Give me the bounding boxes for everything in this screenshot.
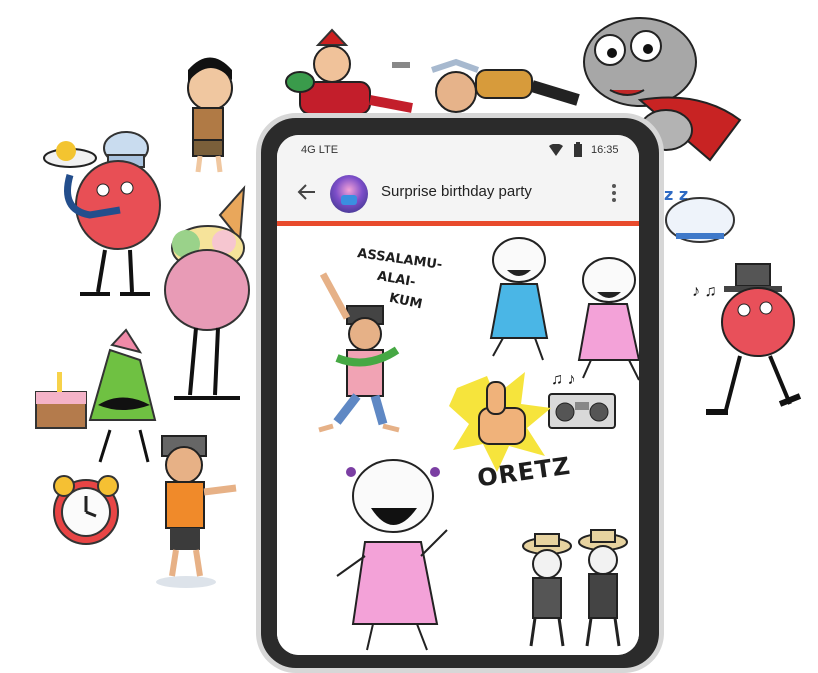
sleeping-warrior-sticker [431, 58, 580, 113]
boy-sticker [187, 57, 233, 173]
screaming-girl-sticker[interactable] [317, 446, 467, 655]
network-status: 4G LTE [301, 144, 339, 156]
battery-icon [574, 142, 582, 157]
alarm-clock-sticker [53, 475, 119, 545]
more-vert-icon[interactable] [611, 183, 617, 203]
chat-message-area[interactable]: ASSALAMU- ALAI- KUM ♫ ♪ ORETZ [277, 226, 639, 655]
status-time: 16:35 [591, 144, 619, 156]
chat-title[interactable]: Surprise birthday party [381, 183, 532, 200]
ice-cream-blob-sticker [164, 185, 250, 400]
back-arrow-icon[interactable] [297, 183, 317, 201]
dancing-red-blob-sticker: ♪ ♫ [692, 263, 802, 415]
boombox-sticker[interactable]: ♫ ♪ [547, 368, 627, 432]
dancing-girls-sticker[interactable] [463, 228, 639, 388]
svg-text:♪ ♫: ♪ ♫ [692, 283, 716, 300]
lounging-prince-sticker [285, 28, 413, 115]
chef-blob-sticker [43, 131, 161, 296]
sleeping-blob-sticker: z z [664, 185, 735, 243]
chat-app-bar: Surprise birthday party [277, 165, 639, 221]
wifi-icon [549, 144, 563, 156]
pointing-boy-sticker [156, 435, 237, 588]
old-men-sticker[interactable] [515, 526, 635, 655]
phone-screen: 4G LTE 16:35 Surprise birthday party ASS… [277, 135, 639, 655]
mustache-party-sticker [35, 328, 157, 463]
group-avatar[interactable] [330, 175, 368, 213]
status-bar: 4G LTE 16:35 [277, 135, 639, 165]
